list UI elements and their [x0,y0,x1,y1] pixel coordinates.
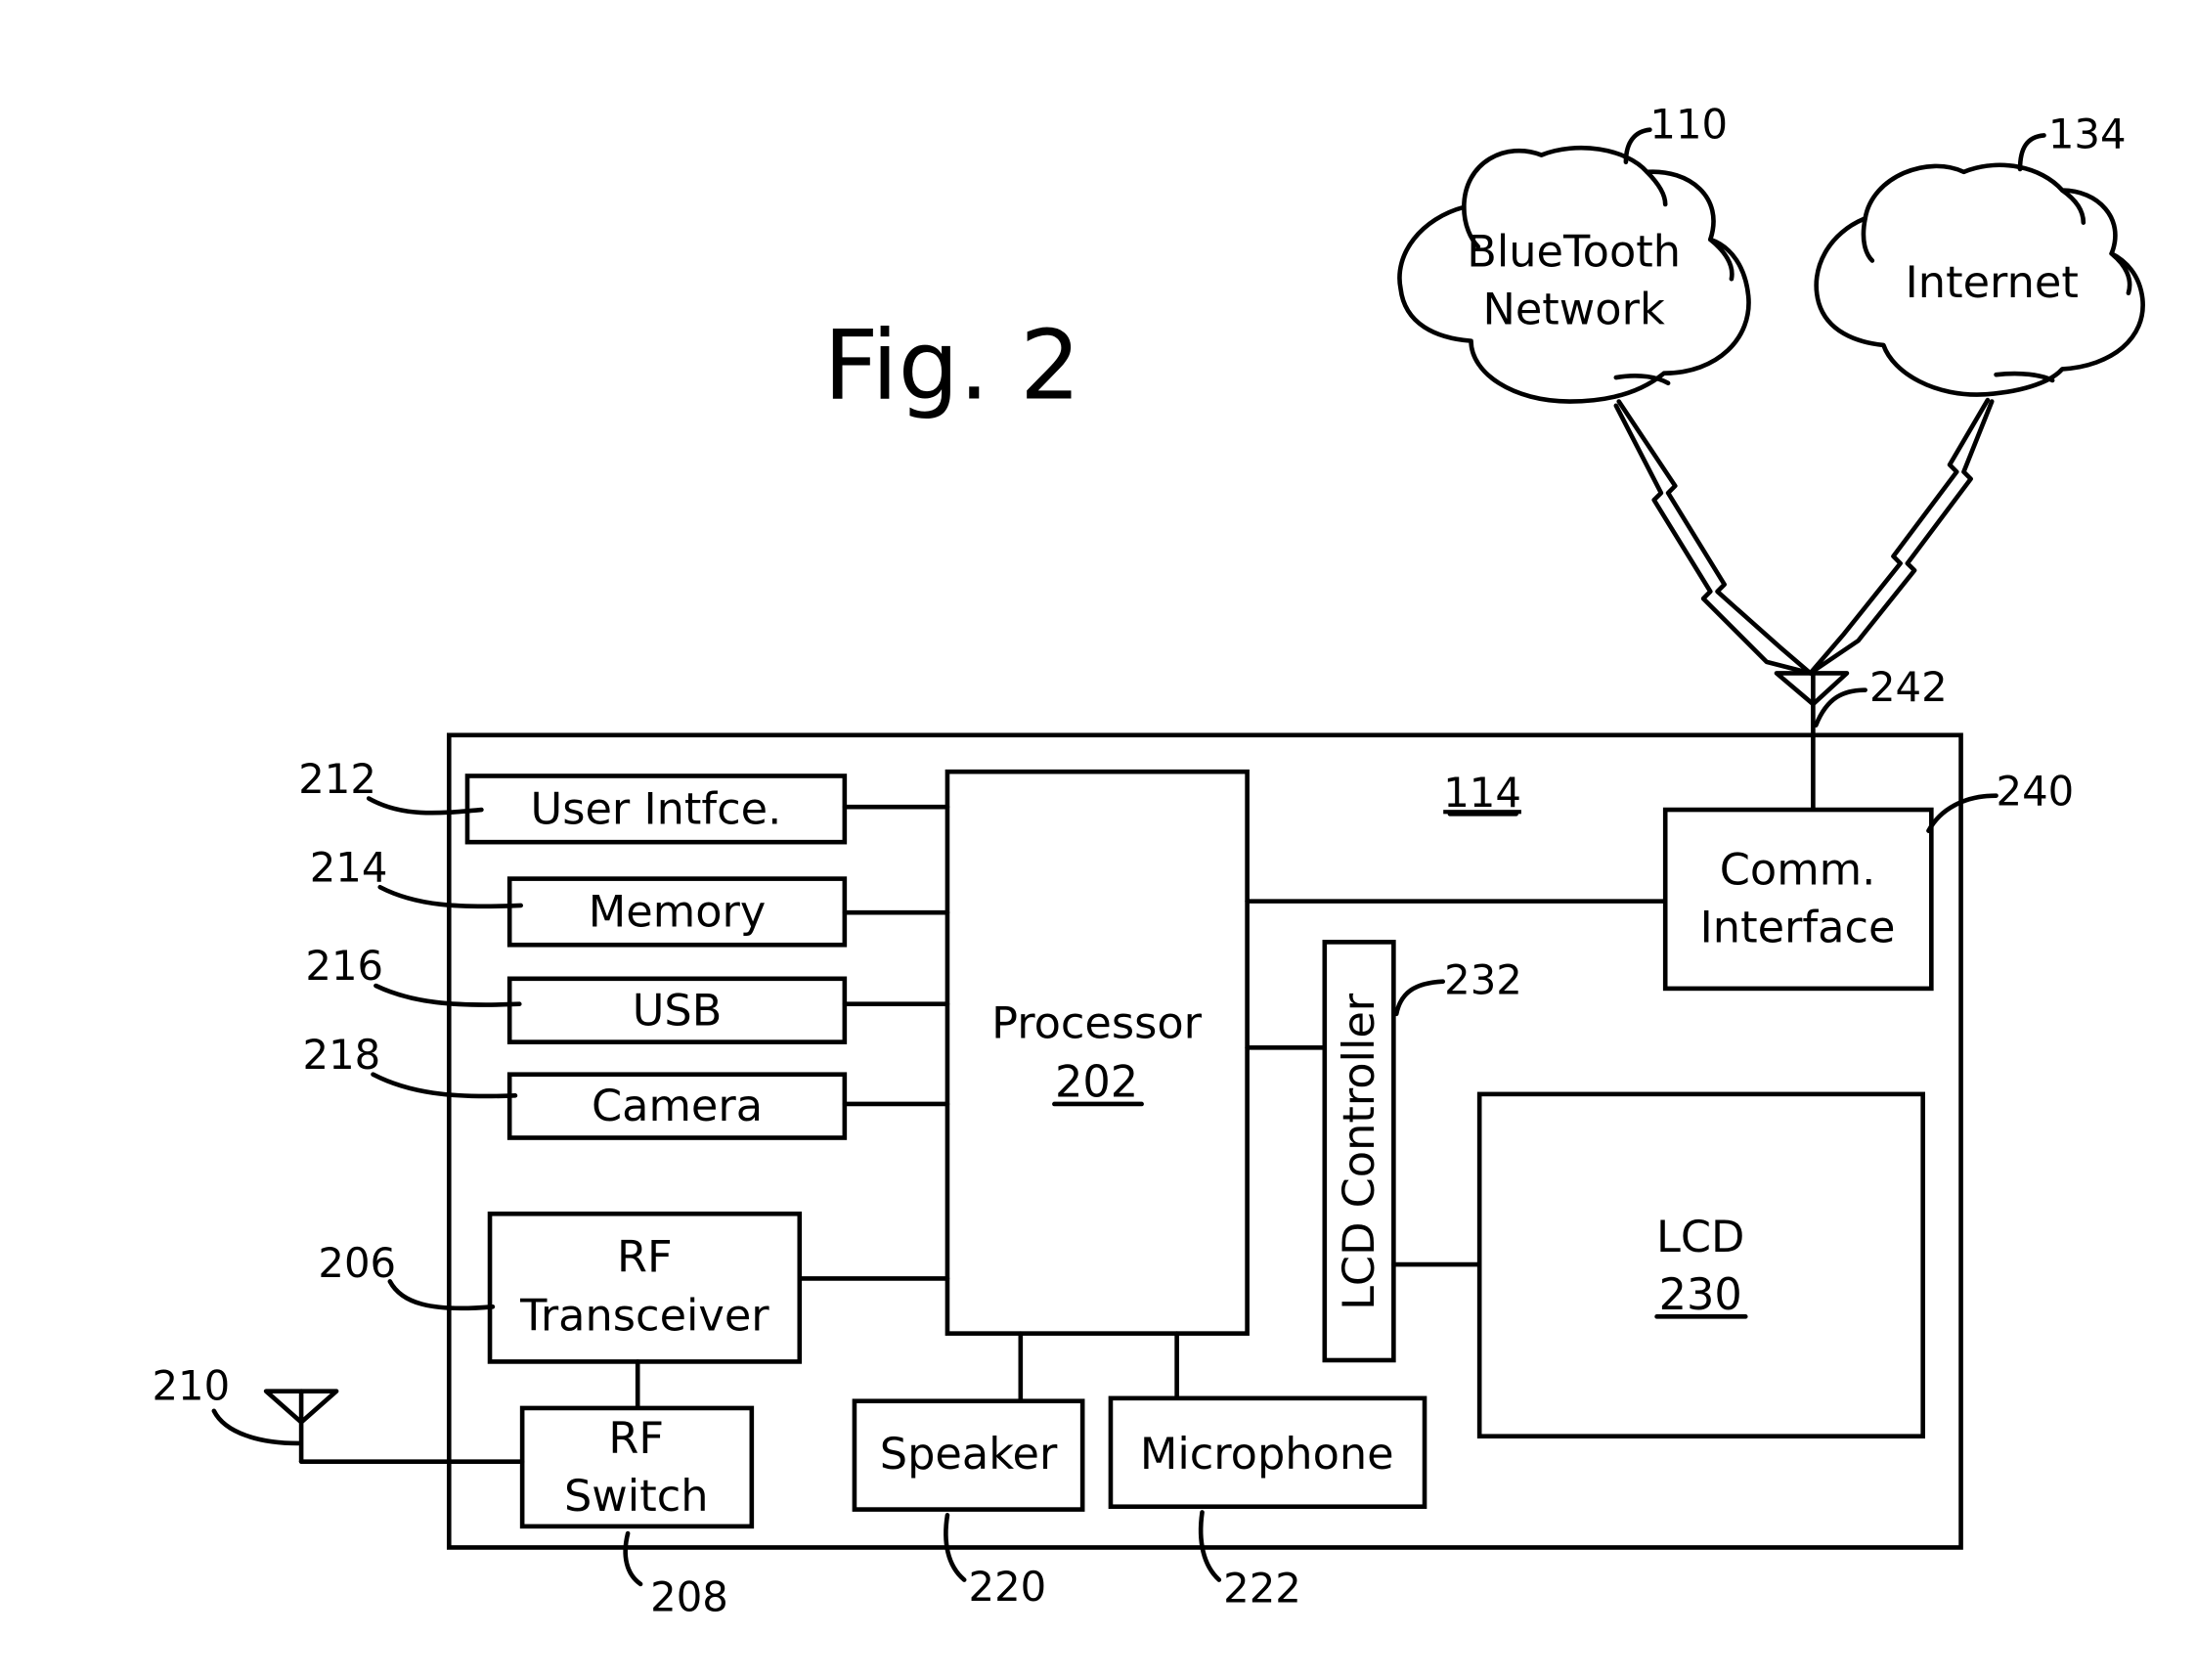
ref-222: 222 [1223,1565,1301,1613]
ref-218: 218 [303,1031,381,1079]
rf-switch-label-line1: RF [608,1413,664,1464]
antenna-icon-left [263,1389,525,1464]
wireless-link-internet [1808,397,1995,676]
internet-cloud: Internet [1814,162,2145,397]
memory-label: Memory [589,887,767,938]
device-ref: 114 [1443,769,1521,817]
ref-232: 232 [1444,956,1522,1004]
bluetooth-label-line1: BlueTooth [1467,226,1681,277]
rf-transceiver-label-line2: Transceiver [519,1291,769,1342]
lcd-block [1476,1091,1925,1439]
internet-label: Internet [1906,257,2079,308]
leader-134 [2017,133,2046,172]
leader-208 [623,1530,643,1587]
ref-206: 206 [318,1239,396,1287]
lcd-controller-label: LCD Controller [1334,993,1384,1310]
figure-title: Fig. 2 [823,311,1080,422]
block-diagram: Fig. 2 BlueTooth Network 110 Internet 13… [152,100,2145,1620]
ref-110: 110 [1649,100,1728,148]
ref-220: 220 [969,1563,1047,1611]
leader-232 [1393,979,1446,1017]
comm-interface-block [1662,807,1934,992]
user-interface-label: User Intfce. [531,783,782,834]
ref-240: 240 [1997,768,2075,816]
rf-transceiver-label-line1: RF [617,1231,673,1282]
speaker-label: Speaker [880,1429,1058,1480]
bluetooth-network-cloud: BlueTooth Network [1397,145,1751,404]
comm-interface-label-line1: Comm. [1720,844,1876,895]
processor-label: Processor [991,997,1203,1048]
processor-number: 202 [1055,1057,1138,1108]
processor-block [944,769,1250,1336]
lcd-label: LCD [1656,1212,1744,1262]
ref-210: 210 [152,1361,230,1409]
camera-label: Camera [592,1081,763,1131]
ref-242: 242 [1869,663,1948,711]
lcd-number: 230 [1659,1269,1742,1320]
ref-212: 212 [298,755,376,803]
leader-210 [211,1408,301,1446]
leader-218 [371,1072,518,1099]
wireless-link-bluetooth [1613,399,1813,676]
leader-212 [366,796,484,816]
leader-206 [387,1279,496,1311]
bluetooth-label-line2: Network [1482,284,1664,334]
microphone-label: Microphone [1140,1429,1394,1480]
rf-switch-label-line2: Switch [564,1471,709,1522]
ref-214: 214 [310,843,388,891]
ref-216: 216 [305,942,383,990]
usb-label: USB [633,985,723,1036]
comm-interface-label-line2: Interface [1700,902,1896,952]
ref-208: 208 [650,1572,728,1620]
ref-134: 134 [2048,110,2127,157]
antenna-icon-top [1774,671,1850,813]
